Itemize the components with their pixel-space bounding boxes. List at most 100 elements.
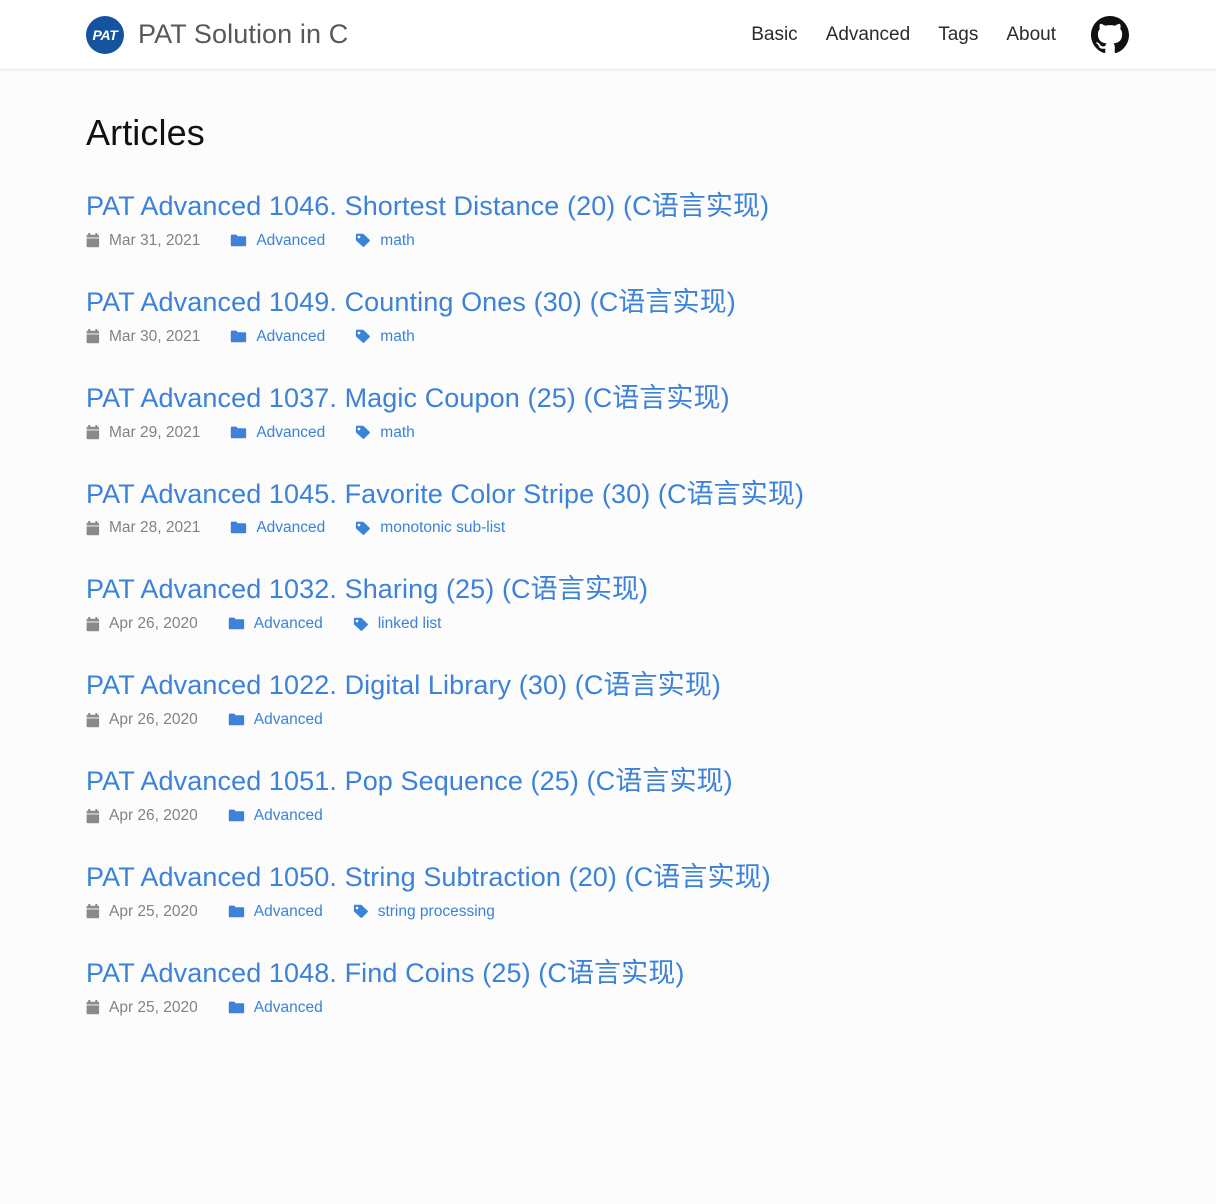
pat-logo-text: PAT (92, 26, 118, 43)
tag-icon (353, 904, 369, 919)
article-list-item: PAT Advanced 1045. Favorite Color Stripe… (86, 479, 1130, 538)
brand-home-link[interactable]: PAT PAT Solution in C (86, 15, 349, 54)
article-date-group: Apr 25, 2020 (86, 903, 198, 921)
folder-icon (230, 521, 247, 535)
article-meta: Apr 26, 2020 Advanced (86, 711, 1130, 729)
article-meta: Mar 29, 2021 Advanced math (86, 424, 1130, 442)
article-category-link[interactable]: Advanced (256, 232, 325, 250)
site-header: PAT PAT Solution in C Basic Advanced Tag… (0, 0, 1216, 70)
article-date-group: Apr 26, 2020 (86, 711, 198, 729)
article-category-link[interactable]: Advanced (254, 903, 323, 921)
article-category-link[interactable]: Advanced (254, 807, 323, 825)
folder-icon (230, 330, 247, 344)
article-title-link[interactable]: PAT Advanced 1051. Pop Sequence (25) (C语… (86, 766, 733, 798)
article-list: PAT Advanced 1046. Shortest Distance (20… (86, 191, 1130, 1017)
page-title: Articles (86, 112, 205, 153)
main-navigation: Basic Advanced Tags About (737, 15, 1130, 55)
article-category-group: Advanced (228, 711, 323, 729)
site-title: PAT Solution in C (138, 19, 349, 49)
main-content: Articles PAT Advanced 1046. Shortest Dis… (80, 70, 1136, 1017)
article-category-group: Advanced (230, 424, 325, 442)
article-category-link[interactable]: Advanced (256, 424, 325, 442)
article-date-group: Apr 26, 2020 (86, 615, 198, 633)
calendar-icon (86, 329, 100, 344)
calendar-icon (86, 1000, 100, 1015)
article-tag-group: math (355, 328, 415, 346)
article-date: Apr 26, 2020 (109, 711, 198, 729)
article-list-item: PAT Advanced 1046. Shortest Distance (20… (86, 191, 1130, 250)
article-meta: Apr 25, 2020 Advanced (86, 999, 1130, 1017)
tag-icon (355, 329, 371, 344)
article-list-item: PAT Advanced 1050. String Subtraction (2… (86, 862, 1130, 921)
article-title-link[interactable]: PAT Advanced 1050. String Subtraction (2… (86, 862, 771, 894)
article-list-item: PAT Advanced 1048. Find Coins (25) (C语言实… (86, 958, 1130, 1017)
article-category-group: Advanced (228, 615, 323, 633)
article-tag-link[interactable]: math (380, 328, 414, 346)
article-list-item: PAT Advanced 1049. Counting Ones (30) (C… (86, 287, 1130, 346)
article-list-item: PAT Advanced 1037. Magic Coupon (25) (C语… (86, 383, 1130, 442)
github-icon (1091, 15, 1129, 54)
article-date-group: Mar 29, 2021 (86, 424, 200, 442)
article-tag-link[interactable]: string processing (378, 903, 495, 921)
article-tag-group: math (355, 424, 415, 442)
article-tag-group: string processing (353, 903, 495, 921)
calendar-icon (86, 425, 100, 440)
folder-icon (228, 713, 245, 727)
article-tag-group: linked list (353, 615, 442, 633)
article-category-link[interactable]: Advanced (254, 711, 323, 729)
nav-item-advanced[interactable]: Advanced (812, 24, 925, 46)
article-list-item: PAT Advanced 1022. Digital Library (30) … (86, 670, 1130, 729)
article-title-link[interactable]: PAT Advanced 1048. Find Coins (25) (C语言实… (86, 958, 684, 990)
article-list-item: PAT Advanced 1051. Pop Sequence (25) (C语… (86, 766, 1130, 825)
article-title-link[interactable]: PAT Advanced 1022. Digital Library (30) … (86, 670, 721, 702)
article-tag-group: math (355, 232, 415, 250)
nav-item-tags[interactable]: Tags (924, 24, 992, 46)
article-category-link[interactable]: Advanced (254, 999, 323, 1017)
article-date: Apr 25, 2020 (109, 998, 198, 1016)
article-meta: Mar 30, 2021 Advanced math (86, 328, 1130, 346)
article-date: Apr 26, 2020 (109, 807, 198, 825)
tag-icon (353, 617, 369, 632)
article-date-group: Mar 28, 2021 (86, 519, 200, 537)
article-category-group: Advanced (230, 328, 325, 346)
article-category-link[interactable]: Advanced (256, 328, 325, 346)
article-tag-link[interactable]: linked list (378, 615, 442, 633)
article-title-link[interactable]: PAT Advanced 1037. Magic Coupon (25) (C语… (86, 383, 730, 415)
calendar-icon (86, 904, 100, 919)
calendar-icon (86, 520, 100, 536)
github-link[interactable] (1090, 15, 1130, 55)
article-list-item: PAT Advanced 1032. Sharing (25) (C语言实现) … (86, 574, 1130, 633)
article-category-link[interactable]: Advanced (254, 615, 323, 633)
folder-icon (228, 617, 245, 631)
article-category-group: Advanced (230, 519, 325, 537)
article-date: Apr 25, 2020 (109, 902, 198, 920)
nav-item-basic[interactable]: Basic (737, 24, 811, 46)
article-date: Apr 26, 2020 (109, 615, 198, 633)
calendar-icon (86, 616, 100, 632)
article-title-link[interactable]: PAT Advanced 1032. Sharing (25) (C语言实现) (86, 574, 648, 606)
article-meta: Apr 26, 2020 Advanced (86, 807, 1130, 825)
article-title-link[interactable]: PAT Advanced 1046. Shortest Distance (20… (86, 191, 769, 223)
tag-icon (355, 521, 371, 536)
article-category-group: Advanced (228, 999, 323, 1017)
article-tag-link[interactable]: monotonic sub-list (380, 519, 505, 537)
article-title-link[interactable]: PAT Advanced 1049. Counting Ones (30) (C… (86, 287, 736, 319)
nav-item-about[interactable]: About (992, 24, 1070, 46)
article-category-link[interactable]: Advanced (256, 519, 325, 537)
article-category-group: Advanced (228, 807, 323, 825)
article-meta: Apr 25, 2020 Advanced string processing (86, 903, 1130, 921)
article-tag-link[interactable]: math (380, 424, 414, 442)
article-date: Mar 30, 2021 (109, 327, 201, 345)
tag-icon (355, 233, 371, 248)
article-tag-link[interactable]: math (380, 232, 414, 250)
article-category-group: Advanced (228, 903, 323, 921)
article-date: Mar 28, 2021 (109, 519, 201, 537)
article-meta: Mar 31, 2021 Advanced math (86, 232, 1130, 250)
article-title-link[interactable]: PAT Advanced 1045. Favorite Color Stripe… (86, 479, 804, 511)
calendar-icon (86, 233, 100, 248)
article-date: Mar 31, 2021 (109, 231, 201, 249)
article-tag-group: monotonic sub-list (355, 519, 505, 537)
pat-logo-icon: PAT (86, 15, 124, 54)
article-meta: Apr 26, 2020 Advanced linked list (86, 615, 1130, 633)
article-date-group: Mar 31, 2021 (86, 232, 200, 250)
